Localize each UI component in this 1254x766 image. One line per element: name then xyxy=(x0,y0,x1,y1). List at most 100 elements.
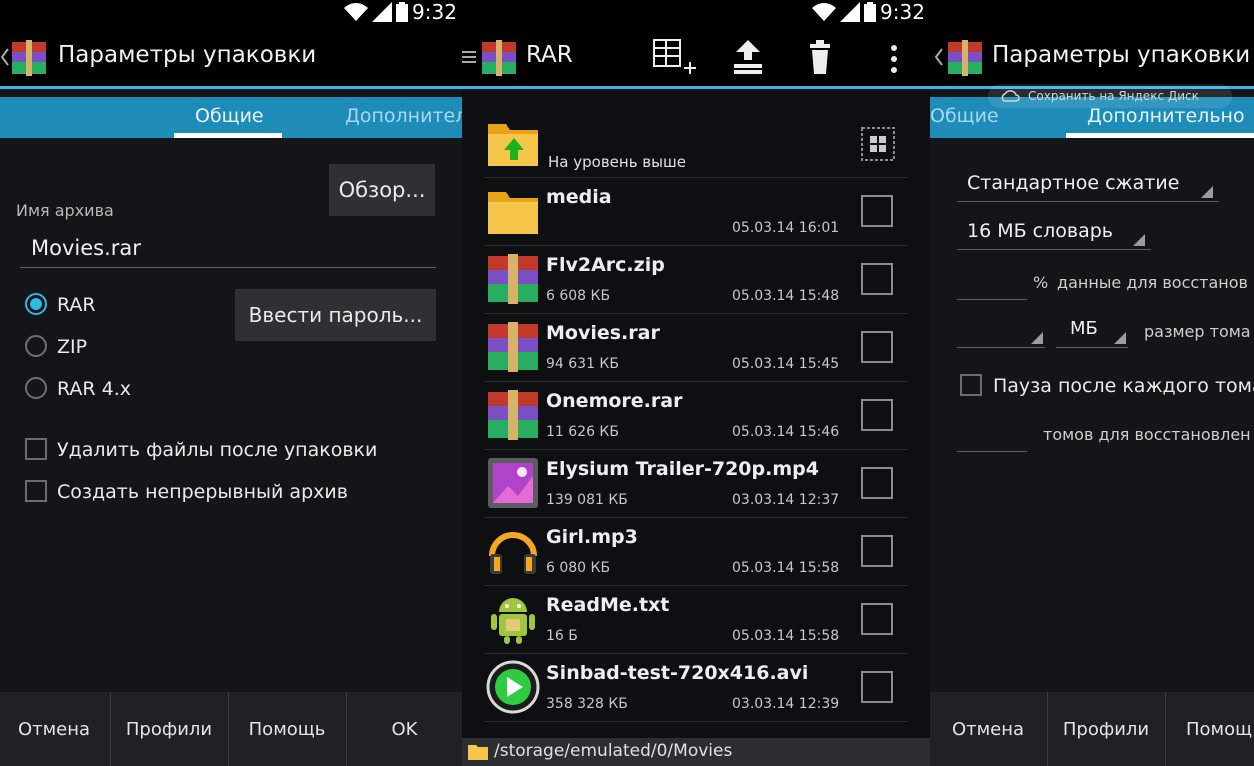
recovery-volumes-input[interactable] xyxy=(957,414,1027,452)
clock: 9:32 xyxy=(412,0,457,24)
radio-rar4[interactable] xyxy=(25,377,47,399)
bottom-button-bar-right: Отмена Профили Помощ xyxy=(930,692,1254,766)
overflow-menu-icon[interactable] xyxy=(890,44,898,74)
file-name: Girl.mp3 xyxy=(546,526,638,548)
screen-title: Параметры упаковки xyxy=(58,42,317,68)
file-name: Flv2Arc.zip xyxy=(546,254,665,276)
file-name: Sinbad-test-720x416.avi xyxy=(546,662,809,684)
volume-unit-spinner[interactable]: МБ xyxy=(1056,312,1128,348)
browse-button[interactable]: Обзор... xyxy=(329,164,435,216)
file-date: 05.03.14 15:45 xyxy=(732,356,840,372)
back-chevron-icon[interactable] xyxy=(0,48,10,66)
file-row-media[interactable]: media 05.03.14 16:01 xyxy=(484,178,908,246)
file-checkbox[interactable] xyxy=(861,467,893,499)
file-name: Onemore.rar xyxy=(546,390,683,412)
file-size: 11 626 КБ xyxy=(546,424,619,440)
radio-rar[interactable] xyxy=(25,293,47,315)
file-row-readme[interactable]: ReadMe.txt 16 Б 05.03.14 15:58 xyxy=(484,586,908,654)
recovery-percent-input[interactable] xyxy=(957,262,1027,300)
volume-unit-value: МБ xyxy=(1070,318,1098,339)
file-name: media xyxy=(546,186,612,208)
file-checkbox[interactable] xyxy=(861,263,893,295)
profiles-button[interactable]: Профили xyxy=(1048,692,1164,766)
file-date: 05.03.14 15:46 xyxy=(732,424,840,440)
file-checkbox[interactable] xyxy=(861,671,893,703)
file-row-elysium[interactable]: Elysium Trailer-720p.mp4 139 081 КБ 03.0… xyxy=(484,450,908,518)
radio-zip-label: ZIP xyxy=(57,336,88,358)
archive-name-input[interactable]: Movies.rar xyxy=(20,226,436,268)
tab-advanced[interactable]: Дополнительно xyxy=(1087,105,1245,127)
file-size: 6 080 КБ xyxy=(546,560,611,576)
file-size: 16 Б xyxy=(546,628,578,644)
file-checkbox[interactable] xyxy=(861,603,893,635)
file-date: 05.03.14 15:48 xyxy=(732,288,840,304)
folder-icon xyxy=(468,745,488,760)
delete-files-checkbox[interactable] xyxy=(25,438,47,460)
file-row-movies[interactable]: Movies.rar 94 631 КБ 05.03.14 15:45 xyxy=(484,314,908,382)
delete-icon[interactable] xyxy=(808,40,832,74)
wifi-icon xyxy=(812,3,836,22)
back-chevron-icon[interactable] xyxy=(934,48,944,66)
add-to-archive-icon[interactable] xyxy=(652,38,698,78)
video-icon xyxy=(488,458,538,508)
file-row-onemore[interactable]: Onemore.rar 11 626 КБ 05.03.14 15:46 xyxy=(484,382,908,450)
up-level-label: На уровень выше xyxy=(548,153,686,171)
signal-icon xyxy=(372,2,392,22)
volume-size-input[interactable] xyxy=(957,312,1045,348)
file-checkbox[interactable] xyxy=(861,331,893,363)
tab-general[interactable]: Общие xyxy=(930,105,999,127)
cancel-button[interactable]: Отмена xyxy=(930,692,1046,766)
pause-after-volume-checkbox[interactable] xyxy=(960,374,982,396)
file-checkbox[interactable] xyxy=(861,195,893,227)
profiles-button[interactable]: Профили xyxy=(111,692,227,766)
screen-title: RAR xyxy=(526,42,573,68)
drawer-menu-icon[interactable] xyxy=(462,50,476,64)
file-name: Elysium Trailer-720p.mp4 xyxy=(546,458,819,480)
android-icon xyxy=(491,598,535,644)
action-bar-left: Параметры упаковки xyxy=(0,26,462,88)
file-row-flv2arc[interactable]: Flv2Arc.zip 6 608 КБ 05.03.14 15:48 xyxy=(484,246,908,314)
file-date: 05.03.14 15:58 xyxy=(732,560,840,576)
tab-strip: Общие Дополнител xyxy=(0,97,462,138)
tab-advanced[interactable]: Дополнител xyxy=(345,105,462,127)
dropdown-arrow-icon xyxy=(1031,332,1043,344)
cancel-button[interactable]: Отмена xyxy=(0,692,108,766)
file-name: ReadMe.txt xyxy=(546,594,670,616)
radio-zip[interactable] xyxy=(25,335,47,357)
recovery-volumes-label: томов для восстановлен xyxy=(1043,425,1251,444)
file-row-girl[interactable]: Girl.mp3 6 080 КБ 05.03.14 15:58 xyxy=(484,518,908,586)
enter-password-button[interactable]: Ввести пароль... xyxy=(235,289,436,341)
extract-icon[interactable] xyxy=(732,38,764,76)
file-size: 6 608 КБ xyxy=(546,288,611,304)
yandex-disk-toast[interactable]: Сохранить на Яндекс Диск xyxy=(988,84,1232,108)
pause-after-volume-label: Пауза после каждого тома xyxy=(993,375,1254,397)
tab-general[interactable]: Общие xyxy=(195,105,264,127)
recovery-label: данные для восстанов xyxy=(1057,273,1248,292)
file-row-sinbad[interactable]: Sinbad-test-720x416.avi 358 328 КБ 03.03… xyxy=(484,654,908,722)
dictionary-spinner[interactable]: 16 МБ словарь xyxy=(957,214,1151,250)
compression-spinner[interactable]: Стандартное сжатие xyxy=(957,166,1219,202)
bottom-button-bar-left: Отмена Профили Помощь OK xyxy=(0,692,462,766)
ok-button[interactable]: OK xyxy=(347,692,462,766)
status-bar-left: 9:32 xyxy=(0,0,462,26)
solid-archive-checkbox[interactable] xyxy=(25,480,47,502)
help-button[interactable]: Помощь xyxy=(229,692,345,766)
help-button[interactable]: Помощ xyxy=(1166,692,1254,766)
archive-icon xyxy=(488,254,538,304)
volume-size-label: размер тома xyxy=(1144,322,1251,341)
signal-icon xyxy=(840,2,860,22)
file-checkbox[interactable] xyxy=(861,535,893,567)
file-date: 05.03.14 15:58 xyxy=(732,628,840,644)
status-icons xyxy=(812,2,876,22)
battery-icon xyxy=(864,2,876,22)
winrar-app-icon xyxy=(948,40,982,76)
wifi-icon xyxy=(344,3,368,22)
winrar-app-icon xyxy=(12,40,46,76)
delete-files-label: Удалить файлы после упаковки xyxy=(57,439,378,461)
grid-view-icon[interactable] xyxy=(861,127,895,161)
file-checkbox[interactable] xyxy=(861,399,893,431)
up-level-row[interactable]: На уровень выше xyxy=(484,110,908,178)
archive-icon xyxy=(488,322,538,372)
play-icon xyxy=(486,660,540,714)
status-icons xyxy=(344,2,408,22)
